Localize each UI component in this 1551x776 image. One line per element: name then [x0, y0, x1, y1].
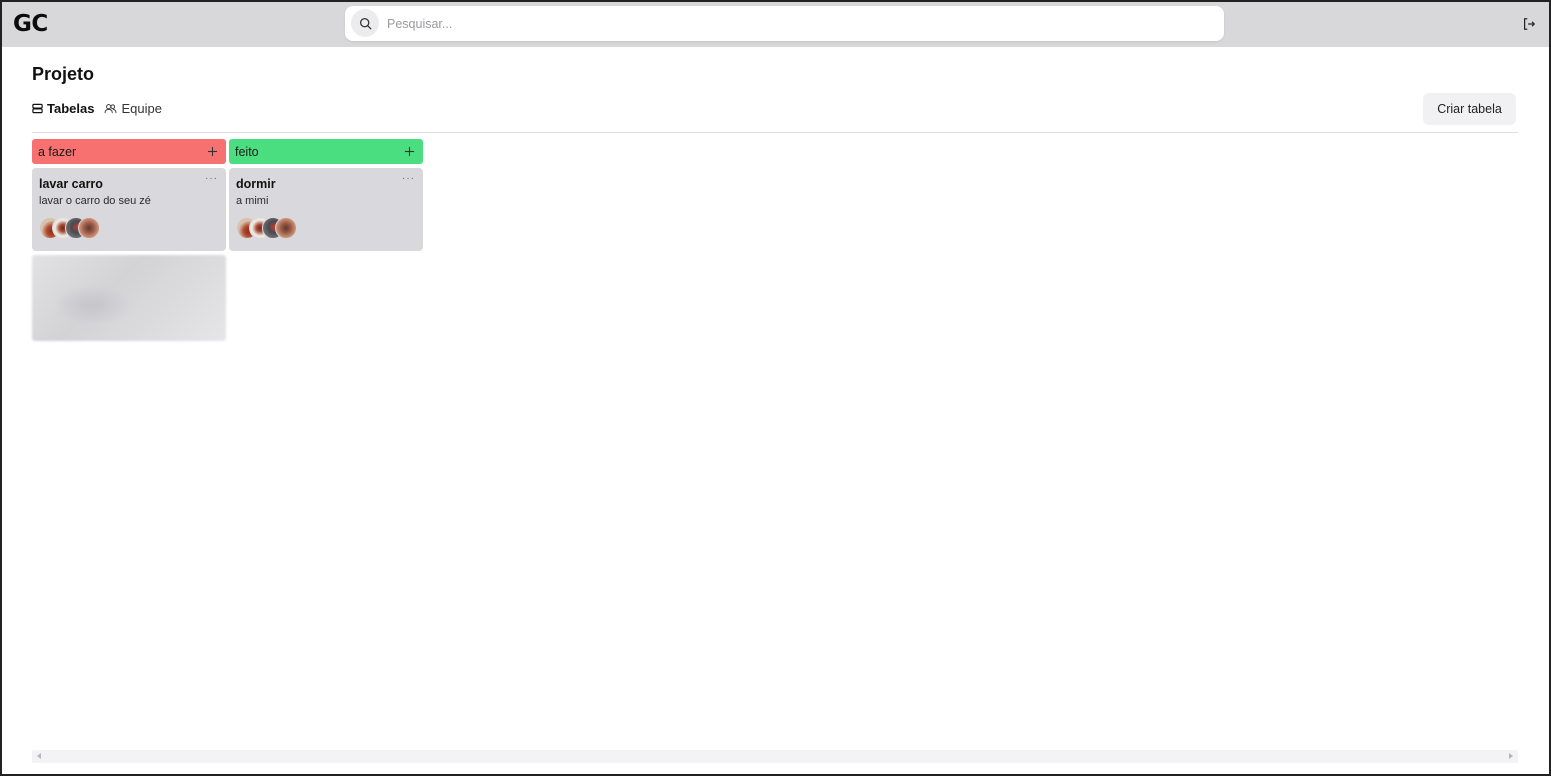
logout-button[interactable]: [1521, 16, 1537, 32]
dragging-card-placeholder: [32, 255, 226, 341]
divider: [32, 132, 1518, 133]
plus-icon: [404, 146, 414, 157]
tab-tabelas[interactable]: Tabelas: [32, 101, 94, 116]
logout-icon: [1524, 18, 1535, 30]
column-header[interactable]: a fazer: [32, 139, 226, 164]
tab-equipe[interactable]: Equipe: [104, 101, 162, 116]
avatar: [275, 217, 297, 239]
horizontal-scrollbar[interactable]: [32, 750, 1518, 763]
column-a-fazer: a fazer ··· lavar carro lavar o carro do…: [32, 139, 226, 341]
card-description: lavar o carro do seu zé: [39, 195, 151, 207]
column-header[interactable]: feito: [229, 139, 423, 164]
card-members: [39, 217, 219, 239]
task-card[interactable]: ··· dormir a mimi: [229, 168, 423, 251]
page-title: Projeto: [32, 64, 95, 84]
card-menu-button[interactable]: ···: [402, 174, 415, 184]
card-menu-button[interactable]: ···: [205, 174, 218, 184]
task-card[interactable]: ··· lavar carro lavar o carro do seu zé: [32, 168, 226, 251]
search-icon: [359, 17, 371, 29]
plus-icon: [207, 146, 217, 157]
board: a fazer ··· lavar carro lavar o carro do…: [32, 139, 423, 341]
card-description: a mimi: [236, 195, 269, 207]
add-card-button[interactable]: [205, 145, 219, 159]
card-title: dormir: [236, 177, 276, 191]
app-logo[interactable]: GC: [13, 11, 48, 37]
app-window: GC Projeto Tabelas: [0, 0, 1551, 776]
scroll-left-icon[interactable]: [37, 753, 41, 759]
search-bar: [345, 6, 1224, 41]
card-title: lavar carro: [39, 177, 103, 191]
tab-tabelas-label: Tabelas: [47, 101, 95, 116]
avatar: [78, 217, 100, 239]
search-input[interactable]: [387, 6, 1207, 41]
card-members: [236, 217, 416, 239]
column-title: a fazer: [38, 144, 77, 159]
users-icon: [104, 104, 117, 114]
table-icon: [32, 103, 43, 114]
tab-equipe-label: Equipe: [121, 101, 162, 116]
top-bar: GC: [2, 2, 1549, 47]
scroll-right-icon[interactable]: [1509, 753, 1513, 759]
search-button[interactable]: [351, 9, 379, 37]
create-table-button[interactable]: Criar tabela: [1423, 93, 1516, 125]
tab-bar: Tabelas Equipe: [32, 101, 162, 116]
column-feito: feito ··· dormir a mimi: [229, 139, 423, 341]
add-card-button[interactable]: [402, 145, 416, 159]
column-title: feito: [235, 144, 259, 159]
